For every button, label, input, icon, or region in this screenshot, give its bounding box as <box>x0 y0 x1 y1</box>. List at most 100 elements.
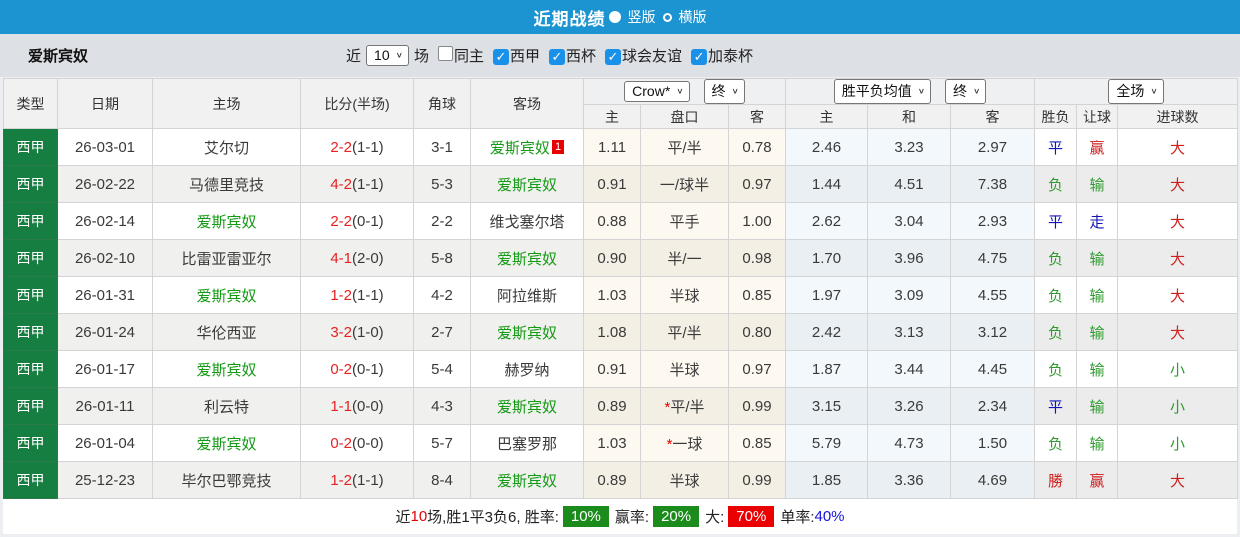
cell-odds-home: 0.91 <box>583 350 641 388</box>
radio-horizontal-icon[interactable] <box>662 12 672 22</box>
cell-odds-away: 0.78 <box>728 128 786 166</box>
cell-date: 26-01-31 <box>57 276 153 314</box>
scope-select[interactable]: 全场 ∨ <box>1108 79 1164 104</box>
cell-odds-away: 0.98 <box>728 239 786 277</box>
checkbox-label[interactable]: 球会友谊 <box>622 48 682 65</box>
cell-away-team: 爱斯宾奴 <box>470 387 584 425</box>
scope-group-header: 全场 ∨ <box>1034 78 1238 105</box>
checkbox-label[interactable]: 西甲 <box>510 48 540 65</box>
cell-odds-home: 1.03 <box>583 424 641 462</box>
summary-prefix: 近 <box>395 509 411 526</box>
cell-handicap: 半球 <box>640 461 729 499</box>
cell-handicap: 一/球半 <box>640 165 729 203</box>
avg-time-select[interactable]: 终 ∨ <box>944 79 987 104</box>
checkbox-checked-icon[interactable]: ✓ <box>691 49 708 65</box>
away-team-name: 爱斯宾奴 <box>496 398 557 416</box>
cell-away-team: 爱斯宾奴 1 <box>470 128 584 166</box>
handicap-line: 一/球半 <box>659 176 710 194</box>
cell-home-team: 艾尔切 <box>152 128 301 166</box>
half-time-score: (1-1) <box>352 175 384 193</box>
away-team-name: 巴塞罗那 <box>496 435 557 453</box>
horizontal-layout-option[interactable]: 横版 <box>679 7 707 27</box>
away-team-name: 维戈塞尔塔 <box>489 213 565 231</box>
cell-avg-lose: 3.12 <box>950 313 1035 351</box>
cell-avg-draw: 3.09 <box>867 276 951 314</box>
full-time-score: 1-2 <box>330 471 352 489</box>
cell-corners: 5-4 <box>413 350 471 388</box>
half-time-score: (0-1) <box>352 212 384 230</box>
checkbox-label[interactable]: 同主 <box>454 48 484 65</box>
cell-odds-away: 0.99 <box>728 461 786 499</box>
subheader-result: 胜负 <box>1034 104 1077 129</box>
cell-result: 负 <box>1034 239 1077 277</box>
away-team-name: 爱斯宾奴 <box>496 472 557 490</box>
home-team-name: 马德里竞技 <box>188 176 264 194</box>
half-time-score: (0-0) <box>352 397 384 415</box>
cell-home-team: 利云特 <box>152 387 301 425</box>
away-team-name: 爱斯宾奴 <box>496 324 557 342</box>
header-date: 日期 <box>57 78 153 129</box>
avg-type-select[interactable]: 胜平负均值 ∨ <box>833 79 932 104</box>
half-time-score: (1-1) <box>352 286 384 304</box>
cell-odds-away: 0.85 <box>728 424 786 462</box>
full-time-score: 1-1 <box>330 397 352 415</box>
cell-goals-result: 大 <box>1117 313 1238 351</box>
chevron-down-icon: ∨ <box>676 86 684 96</box>
big-rate-badge: 70% <box>728 506 775 527</box>
cell-odds-home: 1.08 <box>583 313 641 351</box>
cell-result: 平 <box>1034 202 1077 240</box>
games-label: 场 <box>413 48 429 65</box>
cell-corners: 2-2 <box>413 202 471 240</box>
checkbox-label[interactable]: 西杯 <box>566 48 596 65</box>
chevron-down-icon: ∨ <box>917 86 926 96</box>
vertical-layout-option[interactable]: 竖版 <box>628 7 656 27</box>
cell-goals-result: 大 <box>1117 165 1238 203</box>
cell-corners: 5-7 <box>413 424 471 462</box>
cell-let-result: 输 <box>1076 165 1118 203</box>
full-time-score: 1-2 <box>330 286 352 304</box>
cell-home-team: 爱斯宾奴 <box>152 276 301 314</box>
cell-date: 26-01-04 <box>57 424 153 462</box>
cell-avg-draw: 3.44 <box>867 350 951 388</box>
titlebar: 近期战绩 竖版 横版 <box>0 0 1240 34</box>
checkbox-unchecked-icon[interactable] <box>437 46 453 61</box>
cell-handicap: 平手 <box>640 202 729 240</box>
header-home: 主场 <box>152 78 301 129</box>
full-time-score: 0-2 <box>330 434 352 452</box>
cell-score: 2-2(1-1) <box>300 128 414 166</box>
away-team-name: 爱斯宾奴 <box>489 139 550 157</box>
odds-company-select[interactable]: Crow* ∨ <box>624 81 690 102</box>
checkbox-checked-icon[interactable]: ✓ <box>605 49 621 65</box>
handicap-line: 半/一 <box>667 250 702 268</box>
home-team-name: 毕尔巴鄂竞技 <box>181 472 272 490</box>
recent-label: 近 <box>346 48 362 65</box>
checkbox-checked-icon[interactable]: ✓ <box>548 49 565 65</box>
table-header: 类型 日期 主场 比分(半场) 角球 客场 Crow* ∨ 终 ∨ 胜平负均值 … <box>3 78 1238 129</box>
cell-avg-draw: 3.13 <box>867 313 951 351</box>
cell-home-team: 马德里竞技 <box>152 165 301 203</box>
cell-corners: 5-3 <box>413 165 471 203</box>
subheader-avg-lose: 客 <box>950 104 1035 129</box>
header-score: 比分(半场) <box>300 78 414 129</box>
full-time-score: 2-2 <box>330 212 352 230</box>
cell-avg-lose: 4.45 <box>950 350 1035 388</box>
handicap-line: 平/半 <box>670 398 705 416</box>
cell-let-result: 输 <box>1076 424 1118 462</box>
home-team-name: 爱斯宾奴 <box>196 287 257 305</box>
avg-time-value: 终 <box>952 83 967 99</box>
results-table: 类型 日期 主场 比分(半场) 角球 客场 Crow* ∨ 终 ∨ 胜平负均值 … <box>3 78 1238 499</box>
checkbox-label[interactable]: 加泰杯 <box>708 48 753 65</box>
odds-time-select[interactable]: 终 ∨ <box>703 79 745 104</box>
cell-avg-win: 1.97 <box>785 276 868 314</box>
cell-score: 4-1(2-0) <box>300 239 414 277</box>
cell-avg-draw: 3.26 <box>867 387 951 425</box>
half-time-score: (1-1) <box>352 138 384 156</box>
radio-vertical-selected-icon[interactable] <box>608 11 621 23</box>
subheader-let: 让球 <box>1076 104 1118 129</box>
header-type: 类型 <box>3 78 58 129</box>
cell-corners: 5-8 <box>413 239 471 277</box>
cell-avg-win: 5.79 <box>785 424 868 462</box>
cell-type: 西甲 <box>3 202 58 240</box>
checkbox-checked-icon[interactable]: ✓ <box>492 49 509 65</box>
recent-count-select[interactable]: 10 ∨ <box>366 45 409 66</box>
